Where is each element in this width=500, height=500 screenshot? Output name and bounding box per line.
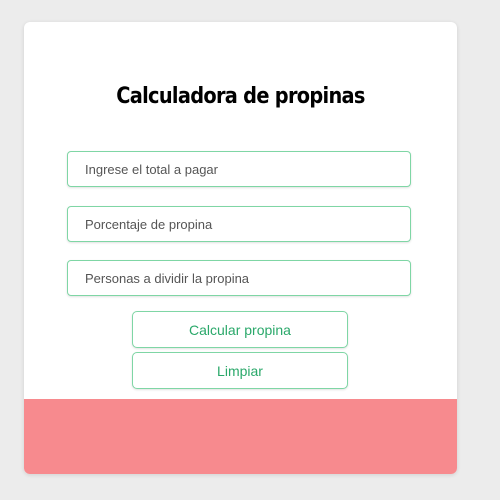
tip-percentage-input[interactable] <box>67 206 411 242</box>
result-panel <box>24 399 457 474</box>
calculate-tip-button[interactable]: Calcular propina <box>132 311 348 348</box>
calculator-card: Calculadora de propinas Calcular propina… <box>24 22 457 474</box>
clear-button[interactable]: Limpiar <box>132 352 348 389</box>
total-amount-input[interactable] <box>67 151 411 187</box>
page-title: Calculadora de propinas <box>116 84 365 109</box>
people-count-input[interactable] <box>67 260 411 296</box>
